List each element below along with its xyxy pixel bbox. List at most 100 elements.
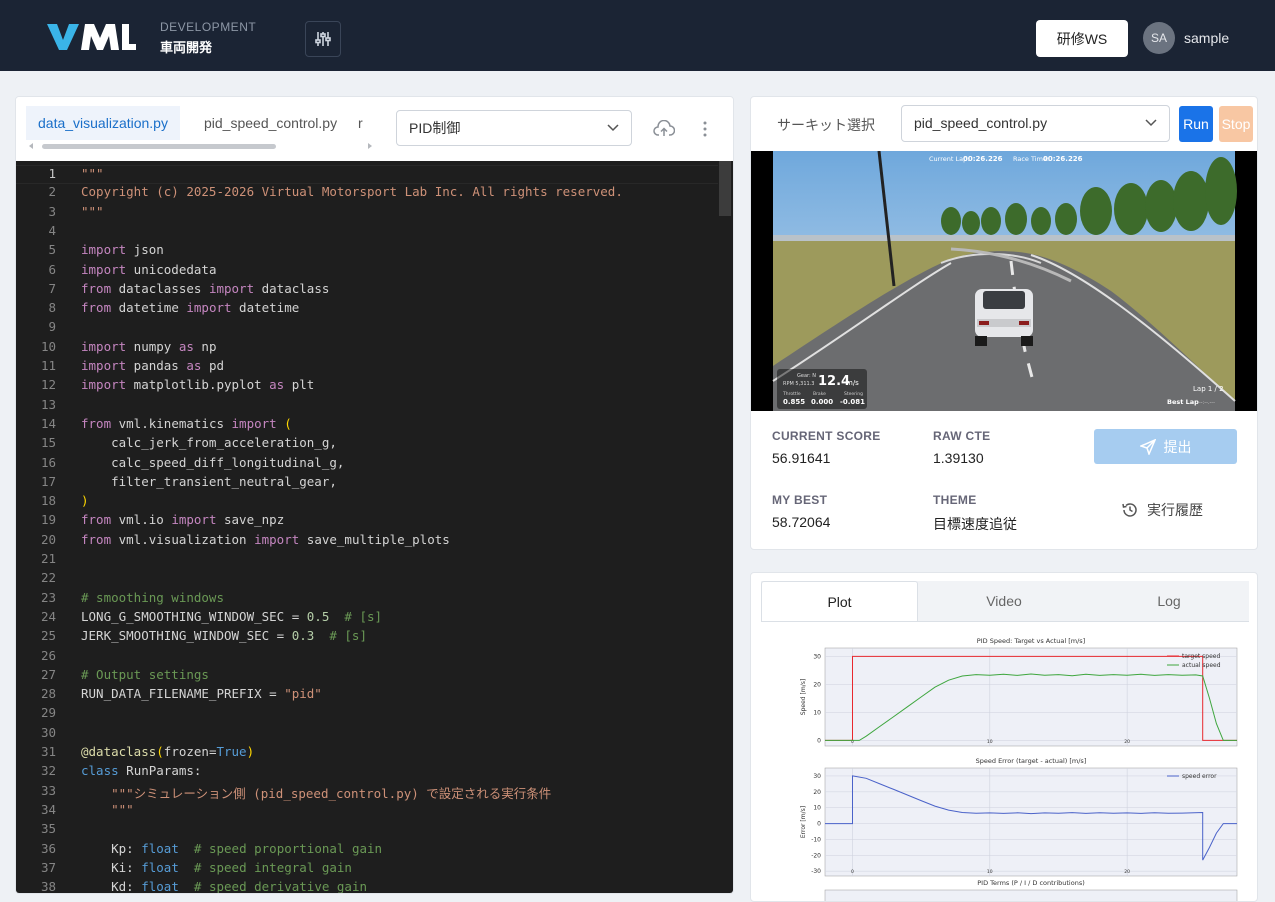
code-line[interactable]: 1 """ [16, 165, 718, 185]
code-line[interactable]: 5 import json [16, 242, 718, 261]
more-menu-button[interactable] [693, 117, 717, 141]
code-line[interactable]: 17 filter_transient_neutral_gear, [16, 474, 718, 493]
code-line[interactable]: 6 import unicodedata [16, 262, 718, 281]
code-line[interactable]: 23 # smoothing windows [16, 590, 718, 609]
raw-cte-label: RAW CTE [933, 429, 991, 443]
code-text: # smoothing windows [81, 589, 224, 605]
driving-scene: Current Lap: 00:26.226 Race Time: 00:26.… [772, 151, 1237, 411]
mode-select[interactable]: PID制御 [396, 110, 632, 146]
code-area[interactable]: 1 """ 2 Copyright (c) 2025-2026 Virtual Mot… [16, 161, 733, 893]
plot-area: PID Speed: Target vs Actual [m/s] 0 10 20 30… [761, 621, 1249, 901]
plot-background [824, 889, 1238, 901]
code-line[interactable]: 9 [16, 319, 718, 338]
line-number: 1 [48, 166, 56, 181]
chart-title: PID Speed: Target vs Actual [m/s] [977, 637, 1085, 645]
tab-overflow[interactable]: r [358, 106, 372, 140]
code-line[interactable]: 38 Kd: float # speed derivative gain [16, 879, 718, 893]
code-line[interactable]: 3 """ [16, 204, 718, 223]
throttle-label: Throttle [782, 391, 801, 397]
run-button[interactable]: Run [1179, 106, 1213, 142]
current-score-label: CURRENT SCORE [772, 429, 881, 443]
code-line[interactable]: 20 from vml.visualization import save_mul… [16, 532, 718, 551]
legend-label: target speed [1182, 653, 1220, 660]
theme-value: 目標速度追従 [933, 516, 1017, 532]
code-line[interactable]: 19 from vml.io import save_npz [16, 512, 718, 531]
x-tick-label: 10 [987, 869, 993, 875]
file-tabs-bar: data_visualization.py pid_speed_control.… [16, 97, 733, 161]
code-text: from dataclasses import dataclass [81, 280, 330, 296]
line-number: 28 [40, 686, 56, 702]
username[interactable]: sample [1184, 30, 1229, 46]
code-scrollbar[interactable] [719, 161, 731, 216]
code-text: Copyright (c) 2025-2026 Virtual Motorspo… [81, 184, 623, 200]
code-line[interactable]: 7 from dataclasses import dataclass [16, 281, 718, 300]
simulation-video[interactable]: Current Lap: 00:26.226 Race Time: 00:26.… [751, 151, 1257, 411]
y-tick-label: 20 [813, 789, 821, 796]
line-number: 2 [48, 184, 56, 200]
scroll-left-icon[interactable] [28, 143, 36, 149]
code-line[interactable]: 26 [16, 648, 718, 667]
code-line[interactable]: 2 Copyright (c) 2025-2026 Virtual Motorsp… [16, 184, 718, 203]
line-number: 18 [40, 493, 56, 509]
code-line[interactable]: 12 import matplotlib.pyplot as plt [16, 377, 718, 396]
my-best-value: 58.72064 [772, 514, 831, 530]
code-line[interactable]: 8 from datetime import datetime [16, 300, 718, 319]
workspace-button[interactable]: 研修WS [1036, 20, 1128, 57]
code-line[interactable]: 10 import numpy as np [16, 339, 718, 358]
tab-data-visualization[interactable]: data_visualization.py [26, 106, 180, 140]
settings-button[interactable] [305, 21, 341, 57]
avatar[interactable]: SA [1143, 22, 1175, 54]
tab-scrollbar[interactable] [28, 143, 373, 149]
code-text: # Output settings [81, 666, 209, 682]
code-line[interactable]: 32 class RunParams: [16, 763, 718, 782]
code-line[interactable]: 35 [16, 821, 718, 840]
code-line[interactable]: 33 """シミュレーション側 (pid_speed_control.py) で… [16, 783, 718, 802]
code-line[interactable]: 18) [16, 493, 718, 512]
line-number: 25 [40, 628, 56, 644]
code-line[interactable]: 28 RUN_DATA_FILENAME_PREFIX = "pid" [16, 686, 718, 705]
upload-button[interactable] [652, 117, 676, 141]
code-line[interactable]: 11 import pandas as pd [16, 358, 718, 377]
code-line[interactable]: 37 Ki: float # speed integral gain [16, 860, 718, 879]
y-tick-label: 0 [817, 737, 821, 744]
x-tick-label: 20 [1124, 739, 1130, 745]
legend-label: actual speed [1182, 662, 1221, 669]
code-line[interactable]: 31 @dataclass(frozen=True) [16, 744, 718, 763]
code-line[interactable]: 15 calc_jerk_from_acceleration_g, [16, 435, 718, 454]
line-number: 34 [40, 801, 56, 817]
code-line[interactable]: 21 [16, 551, 718, 570]
code-line[interactable]: 36 Kp: float # speed proportional gain [16, 841, 718, 860]
code-line[interactable]: 13 [16, 397, 718, 416]
cloud-upload-icon [653, 120, 675, 136]
stop-button[interactable]: Stop [1219, 106, 1253, 142]
code-line[interactable]: 34 """ [16, 802, 718, 821]
code-line[interactable]: 16 calc_speed_diff_longitudinal_g, [16, 455, 718, 474]
tab-log[interactable]: Log [1089, 581, 1249, 621]
code-line[interactable]: 27 # Output settings [16, 667, 718, 686]
code-line[interactable]: 22 [16, 570, 718, 589]
circuit-select[interactable]: pid_speed_control.py [901, 105, 1170, 142]
tab-pid-speed-control[interactable]: pid_speed_control.py [192, 106, 349, 140]
line-number: 12 [40, 377, 56, 393]
steering-value: -0.081 [840, 398, 865, 406]
dept-name: 車両開発 [160, 40, 213, 55]
code-line[interactable]: 14 from vml.kinematics import ( [16, 416, 718, 435]
line-number: 32 [40, 763, 56, 779]
code-line[interactable]: 29 [16, 705, 718, 724]
code-text: import matplotlib.pyplot as plt [81, 377, 315, 393]
code-line[interactable]: 30 [16, 725, 718, 744]
tab-scroll-thumb[interactable] [42, 144, 276, 149]
y-tick-label: -10 [811, 836, 821, 843]
submit-button[interactable]: 提出 [1094, 429, 1237, 464]
code-line[interactable]: 4 [16, 223, 718, 242]
tab-video[interactable]: Video [924, 581, 1084, 621]
code-line[interactable]: 24 LONG_G_SMOOTHING_WINDOW_SEC = 0.5 # [s… [16, 609, 718, 628]
line-number: 33 [40, 782, 56, 798]
history-button[interactable]: 実行履歴 [1121, 500, 1203, 520]
tab-plot[interactable]: Plot [761, 581, 918, 621]
vml-logo[interactable] [45, 22, 137, 52]
code-line[interactable]: 25 JERK_SMOOTHING_WINDOW_SEC = 0.3 # [s] [16, 628, 718, 647]
scroll-right-icon[interactable] [365, 143, 373, 149]
line-number: 35 [40, 821, 56, 837]
speed-unit: m/s [846, 379, 859, 387]
